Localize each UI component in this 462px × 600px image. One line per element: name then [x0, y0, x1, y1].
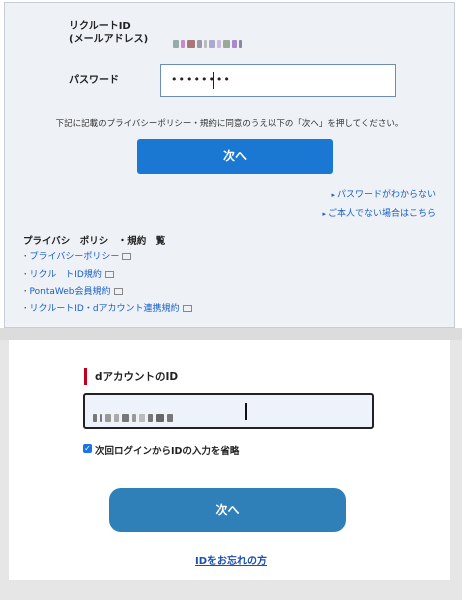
remember-id-checkbox[interactable]: ✓	[83, 444, 92, 453]
forgot-password-link[interactable]: ▸ パスワードがわからない	[331, 187, 436, 200]
daccount-id-input[interactable]	[83, 393, 374, 429]
screen-divider	[0, 328, 462, 340]
id-label: リクルートID (メールアドレス)	[69, 20, 148, 46]
text-caret	[245, 403, 247, 420]
privacy-item-label: プライバシーポリシー	[29, 252, 120, 262]
forgot-id-link[interactable]: IDをお忘れの方	[0, 552, 462, 567]
consent-notice: 下記に記載のプライバシーポリシー・規約に同意のうえ以下の「次へ」を押してください…	[55, 119, 404, 129]
text-caret	[213, 72, 214, 89]
privacy-heading: プライバシ ポリシ ・規約 覧	[23, 236, 166, 247]
password-value: ••••••••	[171, 73, 231, 86]
recruit-login-panel: リクルートID (メールアドレス) パスワード •••••••• 下記に記載のプ…	[4, 2, 455, 328]
triangle-right-icon: ▸	[331, 191, 335, 199]
remember-id-label[interactable]: 次回ログインからIDの入力を省略	[95, 443, 239, 457]
privacy-item[interactable]: ･ PontaWeb会員規約	[23, 284, 123, 297]
masked-id-value	[93, 407, 176, 426]
password-field[interactable]: ••••••••	[160, 64, 396, 97]
privacy-item-label: PontaWeb会員規約	[29, 287, 111, 297]
id-label-line1: リクルートID	[69, 21, 131, 32]
privacy-item[interactable]: ･リクル トID規約	[23, 267, 114, 280]
not-you-link[interactable]: ▸ ご本人でない場合はこちら	[322, 206, 436, 219]
next-button[interactable]: 次へ	[137, 139, 333, 174]
daccount-next-button[interactable]: 次へ	[109, 488, 346, 532]
daccount-id-title: dアカウントのID	[95, 371, 179, 383]
privacy-item[interactable]: ･リクルートID・dアカウント連携規約	[23, 301, 192, 314]
external-window-icon	[182, 305, 192, 312]
external-window-icon	[104, 271, 114, 278]
bg-strip-bottom	[0, 580, 462, 600]
not-you-text: ご本人でない場合はこちら	[327, 209, 436, 219]
external-window-icon	[122, 253, 132, 260]
privacy-item[interactable]: ･プライバシーポリシー	[23, 249, 132, 262]
title-accent-bar	[84, 368, 87, 385]
masked-id-value	[173, 33, 270, 48]
id-label-line2: (メールアドレス)	[69, 34, 149, 45]
privacy-item-label: リクル トID規約	[29, 270, 102, 280]
daccount-panel	[9, 340, 450, 580]
privacy-item-label: リクルートID・dアカウント連携規約	[29, 304, 180, 314]
triangle-right-icon: ▸	[322, 210, 326, 218]
password-label: パスワード	[69, 75, 119, 86]
forgot-password-text: パスワードがわからない	[336, 190, 436, 200]
external-window-icon	[113, 288, 123, 295]
